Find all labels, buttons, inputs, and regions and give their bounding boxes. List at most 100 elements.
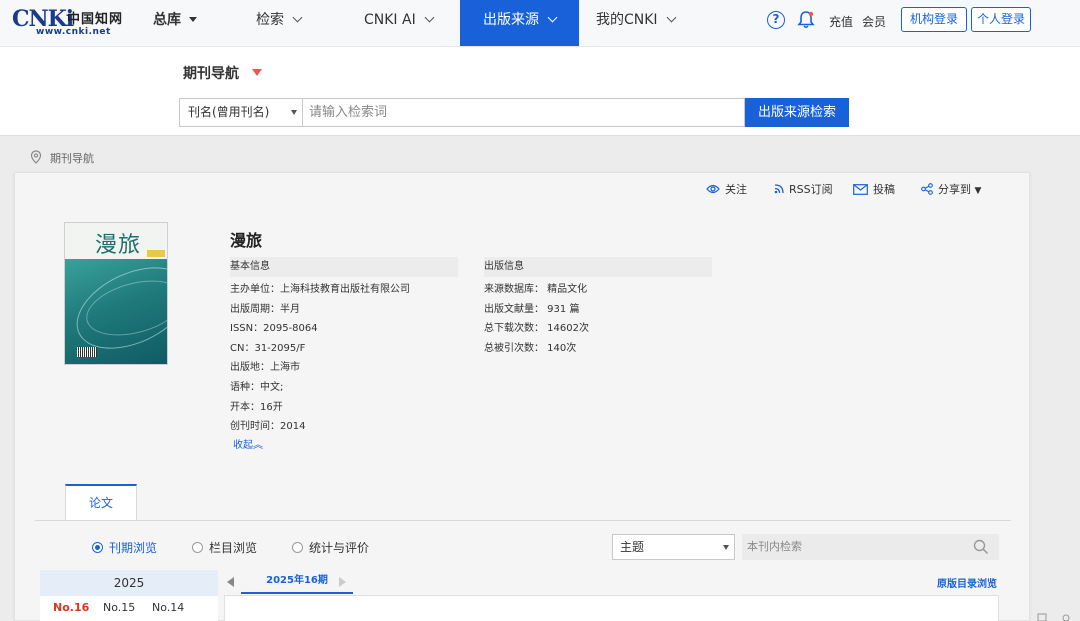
nav-cnki-ai[interactable]: CNKI AI [364, 0, 435, 46]
chevron-down-icon [424, 12, 435, 23]
personal-login-button[interactable]: 个人登录 [971, 7, 1031, 32]
radio-stats[interactable]: 统计与评价 [292, 539, 369, 556]
search-field-value: 刊名(曾用刊名) [188, 105, 270, 119]
mail-icon [853, 183, 868, 195]
publication-info-heading: 出版信息 [484, 257, 712, 277]
radio-issue-browse-label: 刊期浏览 [109, 541, 158, 555]
chevron-down-icon [292, 12, 303, 23]
caret-down-icon[interactable] [252, 69, 262, 76]
submit-label: 投稿 [873, 183, 895, 196]
org-login-button[interactable]: 机构登录 [901, 7, 968, 32]
radio-issue-browse[interactable]: 刊期浏览 [92, 539, 157, 556]
search-band: 期刊导航 刊名(曾用刊名) 请输入检索词 出版来源检索 [0, 47, 1080, 136]
issue-list: No.16 No.15 No.14 [40, 596, 218, 621]
member-link[interactable]: 会员 [862, 13, 886, 30]
rss-label: RSS订阅 [789, 183, 833, 196]
collapse-label: 收起 [233, 440, 253, 451]
nav-search[interactable]: 检索 [256, 0, 303, 46]
issue-item[interactable]: No.15 [103, 601, 135, 614]
info-founded: 创刊时间：2014 [230, 421, 306, 433]
follow-button[interactable]: 关注 [706, 181, 747, 197]
dropdown-arrow-icon [291, 110, 297, 115]
inner-search-placeholder: 本刊内检索 [747, 540, 802, 553]
current-issue-title: 2025年16期 [241, 571, 353, 594]
dropdown-arrow-icon [723, 545, 729, 550]
cover-tag [147, 250, 165, 257]
info-issn: ISSN：2095-8064 [230, 323, 318, 335]
info-frequency: 出版周期：半月 [230, 303, 300, 315]
help-icon[interactable]: ? [767, 11, 785, 29]
eye-icon [706, 184, 720, 194]
cover-title: 漫旅 [95, 233, 142, 258]
share-label: 分享到 [938, 183, 971, 196]
nav-cnki-ai-label: CNKI AI [364, 12, 416, 28]
rss-button[interactable]: RSS订阅 [774, 181, 833, 197]
nav-search-label: 检索 [256, 12, 284, 28]
radio-dot [92, 542, 103, 553]
recharge-link[interactable]: 充值 [829, 13, 853, 30]
breadcrumb: 期刊导航 [30, 150, 94, 166]
info-cn: CN：31-2095/F [230, 342, 306, 354]
basic-info-list: 主办单位：上海科技教育出版社有限公司 出版周期：半月 ISSN：2095-806… [230, 280, 410, 437]
caret-down-icon: ▼ [974, 186, 982, 196]
publication-info-list: 来源数据库： 精品文化 出版文献量： 931 篇 总下载次数： 14602次 总… [484, 280, 589, 358]
journal-title: 漫旅 [230, 231, 263, 250]
nav-publication-source[interactable]: 出版来源 [460, 0, 579, 46]
breadcrumb-item[interactable]: 期刊导航 [50, 152, 94, 165]
search-icon[interactable] [973, 539, 989, 555]
journal-nav-title[interactable]: 期刊导航 [183, 63, 239, 83]
nav-publication-source-label: 出版来源 [483, 12, 539, 28]
issue-content-panel [224, 595, 999, 621]
cnki-logo[interactable]: CNKi 中国知网 www.cnki.net [12, 6, 124, 38]
info-sponsor: 主办单位：上海科技教育出版社有限公司 [230, 284, 410, 295]
caret-down-icon [189, 17, 197, 22]
journal-cover-image: 漫旅 [64, 222, 168, 365]
search-button[interactable]: 出版来源检索 [745, 98, 849, 127]
radio-column-browse[interactable]: 栏目浏览 [192, 539, 257, 556]
double-chevron-up-icon: ︽ [253, 440, 263, 451]
original-toc-link[interactable]: 原版目录浏览 [937, 575, 997, 590]
bell-icon[interactable] [796, 10, 816, 30]
journal-card: 关注 RSS订阅 投稿 分享到 ▼ 漫旅 漫旅 基本信息 出版信息 主办单位：上… [14, 172, 1030, 621]
radio-dot [292, 542, 303, 553]
chevron-down-icon [666, 12, 677, 23]
nav-my-cnki[interactable]: 我的CNKI [596, 0, 677, 46]
info-place: 出版地：上海市 [230, 362, 300, 374]
location-pin-icon [30, 150, 42, 164]
info-language: 语种：中文; [230, 381, 284, 393]
topic-select[interactable]: 主题 [612, 534, 735, 560]
info-source-db: 来源数据库： 精品文化 [484, 284, 588, 295]
top-nav: CNKi 中国知网 www.cnki.net 总库 检索 CNKI AI 出版来… [0, 0, 1080, 47]
info-downloads: 总下载次数： 14602次 [484, 323, 589, 335]
follow-label: 关注 [725, 183, 747, 196]
logo-chinese-name: 中国知网 [67, 12, 124, 27]
share-dropdown[interactable]: 分享到 ▼ [921, 181, 981, 197]
prev-issue-arrow-icon[interactable] [227, 577, 234, 587]
journal-inner-search-input[interactable]: 本刊内检索 [742, 534, 999, 560]
issue-item[interactable]: No.14 [152, 601, 184, 614]
info-format: 开本：16开 [230, 401, 283, 413]
corner-tools-icon[interactable] [1036, 613, 1080, 621]
radio-dot [192, 542, 203, 553]
radio-column-browse-label: 栏目浏览 [209, 541, 258, 555]
search-input[interactable]: 请输入检索词 [303, 98, 745, 127]
info-citations: 总被引次数： 140次 [484, 342, 577, 354]
share-icon [921, 183, 933, 195]
logo-url: www.cnki.net [36, 27, 111, 37]
chevron-down-icon [547, 12, 558, 23]
collapse-link[interactable]: 收起︽ [233, 436, 263, 451]
search-field-select[interactable]: 刊名(曾用刊名) [179, 98, 303, 127]
tab-papers[interactable]: 论文 [65, 484, 137, 520]
year-selector[interactable]: 2025 [40, 570, 218, 596]
topic-select-value: 主题 [620, 540, 645, 554]
nav-my-cnki-label: 我的CNKI [596, 12, 658, 28]
nav-library-label: 总库 [153, 12, 181, 28]
next-issue-arrow-icon[interactable] [339, 577, 346, 587]
basic-info-heading: 基本信息 [230, 257, 458, 277]
nav-library-dropdown[interactable]: 总库 [153, 0, 197, 46]
rss-icon [774, 184, 784, 194]
issue-item-current[interactable]: No.16 [53, 601, 89, 614]
tab-divider [35, 520, 1011, 521]
submit-manuscript-button[interactable]: 投稿 [853, 181, 895, 197]
cover-barcode [77, 347, 97, 357]
